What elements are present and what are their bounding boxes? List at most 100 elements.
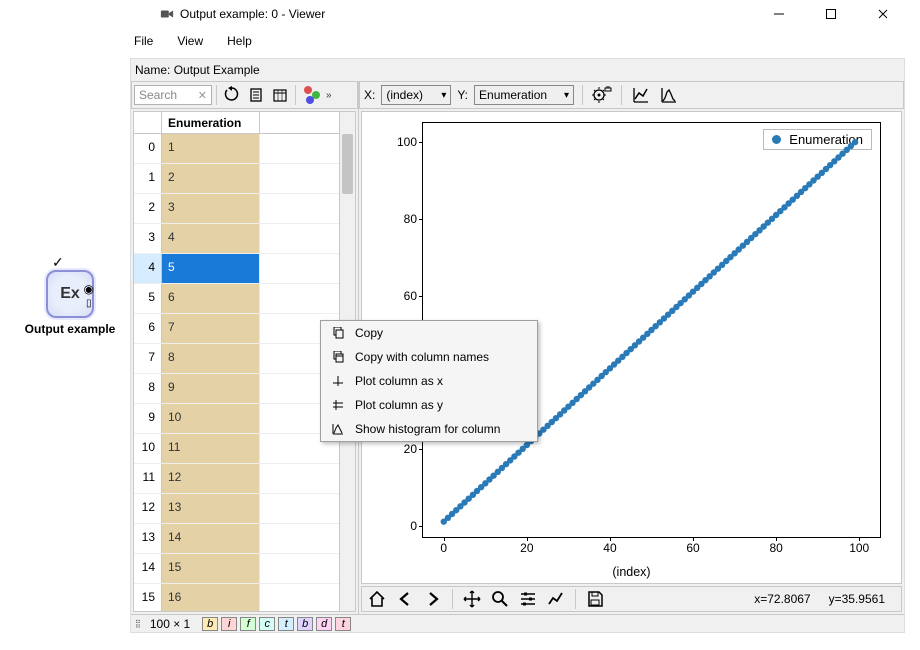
cell-value[interactable]: 8 [162,344,260,373]
title-bar: Output example: 0 - Viewer [0,0,920,28]
type-chip[interactable]: b [202,617,218,631]
cell-value[interactable]: 3 [162,194,260,223]
menu-view[interactable]: View [173,32,207,50]
table-header[interactable]: Enumeration [134,112,339,134]
histogram-icon[interactable] [658,84,680,106]
cell-value[interactable]: 9 [162,374,260,403]
cell-value[interactable]: 11 [162,434,260,463]
table-row[interactable]: 1314 [134,524,339,554]
table-row[interactable]: 1415 [134,554,339,584]
row-index: 10 [134,434,162,463]
zoom-icon[interactable] [489,588,511,610]
table-row[interactable]: 45 [134,254,339,284]
x-axis-select[interactable]: (index) [381,85,451,105]
scrollbar-thumb[interactable] [342,134,353,194]
pan-icon[interactable] [461,588,483,610]
row-index: 4 [134,254,162,283]
menu-help[interactable]: Help [223,32,256,50]
ctx-label: Show histogram for column [355,422,500,436]
table-row[interactable]: 78 [134,344,339,374]
table-row[interactable]: 1112 [134,464,339,494]
node-label: Output example [10,322,130,336]
type-chip[interactable]: t [335,617,351,631]
back-icon[interactable] [394,588,416,610]
configure-icon[interactable] [517,588,539,610]
node-side-icons: ◉ ▯ [84,282,94,309]
lineplot-icon[interactable] [630,84,652,106]
table-row[interactable]: 67 [134,314,339,344]
table-row[interactable]: 89 [134,374,339,404]
check-icon: ✓ [52,254,64,271]
settings-icon[interactable] [591,84,613,106]
ctx-label: Plot column as y [355,398,443,412]
table-row[interactable]: 23 [134,194,339,224]
cell-value[interactable]: 6 [162,284,260,313]
type-chip[interactable]: c [259,617,275,631]
menu-file[interactable]: File [130,32,157,50]
type-chip[interactable]: b [297,617,313,631]
refresh-icon[interactable] [221,84,243,106]
minimize-button[interactable] [762,3,796,25]
grip-icon: ⣿ [135,619,140,628]
ctx-copy-headers[interactable]: Copy with column names [321,345,537,369]
ctx-plot-y[interactable]: Plot column as y [321,393,537,417]
column-header[interactable]: Enumeration [162,112,260,133]
workflow-node[interactable]: ✓ Ex ◉ ▯ Output example [10,270,130,336]
table-row[interactable]: 01 [134,134,339,164]
table-row[interactable]: 1213 [134,494,339,524]
calendar-icon[interactable] [269,84,291,106]
index-header[interactable] [134,112,162,133]
type-chip[interactable]: t [278,617,294,631]
row-index: 14 [134,554,162,583]
table-toolbar: Search ✕ » [131,81,358,109]
cell-value[interactable]: 13 [162,494,260,523]
row-index: 9 [134,404,162,433]
forward-icon[interactable] [422,588,444,610]
cell-value[interactable]: 1 [162,134,260,163]
table-row[interactable]: 34 [134,224,339,254]
page-icon: ▯ [84,298,94,309]
save-icon[interactable] [584,588,606,610]
ctx-label: Plot column as x [355,374,443,388]
type-chip[interactable]: d [316,617,332,631]
document-icon[interactable] [245,84,267,106]
edit-axes-icon[interactable] [545,588,567,610]
row-index: 8 [134,374,162,403]
colors-icon[interactable] [300,84,322,106]
ctx-label: Copy [355,326,383,340]
x-axis-value: (index) [386,88,423,102]
x-tick-label: 80 [769,541,782,555]
maximize-button[interactable] [814,3,848,25]
search-input[interactable]: Search ✕ [134,85,212,105]
home-icon[interactable] [366,588,388,610]
cell-value[interactable]: 16 [162,584,260,611]
overflow-icon[interactable]: » [326,90,332,101]
type-chip[interactable]: f [240,617,256,631]
table-row[interactable]: 910 [134,404,339,434]
separator [575,589,576,609]
table-row[interactable]: 1011 [134,434,339,464]
clear-icon[interactable]: ✕ [198,89,207,102]
cell-value[interactable]: 10 [162,404,260,433]
cell-value[interactable]: 5 [162,254,260,283]
ctx-copy[interactable]: Copy [321,321,537,345]
x-tick-label: 40 [603,541,616,555]
cell-value[interactable]: 4 [162,224,260,253]
cell-value[interactable]: 7 [162,314,260,343]
ctx-histogram[interactable]: Show histogram for column [321,417,537,441]
type-chip[interactable]: i [221,617,237,631]
cell-value[interactable]: 15 [162,554,260,583]
context-menu: Copy Copy with column names Plot column … [320,320,538,442]
table-row[interactable]: 56 [134,284,339,314]
cell-value[interactable]: 12 [162,464,260,493]
y-axis-select[interactable]: Enumeration [474,85,574,105]
cell-value[interactable]: 2 [162,164,260,193]
y-axis-label: Y: [457,88,468,102]
table-row[interactable]: 12 [134,164,339,194]
y-tick-label: 60 [404,289,417,303]
cell-value[interactable]: 14 [162,524,260,553]
close-button[interactable] [866,3,900,25]
ctx-plot-x[interactable]: Plot column as x [321,369,537,393]
copy-icon [331,327,345,339]
table-row[interactable]: 1516 [134,584,339,611]
